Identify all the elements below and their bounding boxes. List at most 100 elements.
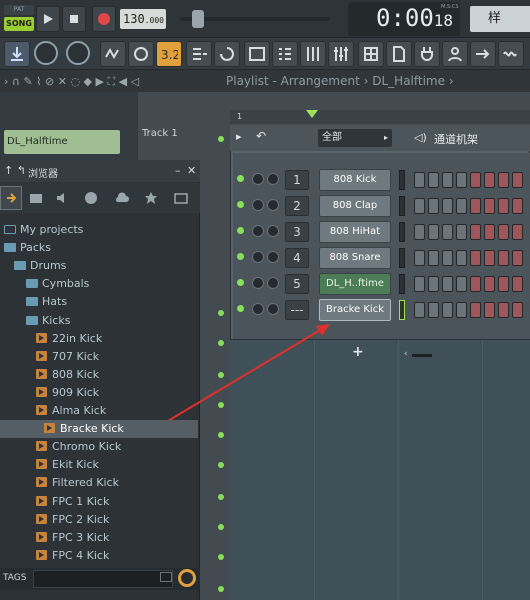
step-button[interactable]	[414, 276, 425, 292]
tool-file[interactable]	[386, 41, 412, 67]
master-volume-handle[interactable]	[192, 10, 204, 28]
browser-sample-item[interactable]: FPC 3 Kick	[0, 529, 198, 547]
channel-volume-knob[interactable]	[267, 173, 279, 185]
track-led[interactable]	[218, 494, 224, 500]
step-button[interactable]	[498, 224, 509, 240]
channel-number[interactable]: 3	[285, 222, 309, 242]
tool-channel-rack[interactable]	[272, 41, 298, 67]
tool-equalizer[interactable]	[328, 41, 354, 67]
tool-power[interactable]	[414, 41, 440, 67]
step-button[interactable]	[470, 250, 481, 266]
browser-folder-item[interactable]: Drums	[0, 257, 198, 275]
browser-cloud-icon[interactable]	[110, 186, 132, 210]
step-button[interactable]	[484, 172, 495, 188]
channel-pan-knob[interactable]	[252, 199, 264, 211]
channel-select-indicator[interactable]	[399, 300, 405, 320]
step-button[interactable]	[484, 224, 495, 240]
browser-sample-item[interactable]: 808 Kick	[0, 366, 198, 384]
pitch-knob[interactable]	[34, 41, 58, 65]
channel-volume-knob[interactable]	[267, 303, 279, 315]
track-led[interactable]	[218, 524, 224, 530]
record-button[interactable]	[92, 6, 116, 32]
step-button[interactable]	[442, 302, 453, 318]
browser-globe-icon[interactable]	[80, 186, 102, 210]
step-button[interactable]	[470, 224, 481, 240]
pattern-clip[interactable]: DL_Halftime	[4, 130, 120, 154]
browser-sample-item[interactable]: Filtered Kick	[0, 474, 198, 492]
channel-name-button[interactable]: Bracke Kick	[319, 299, 391, 321]
rack-menu-arrow-icon[interactable]: ▸	[236, 130, 242, 143]
step-button[interactable]	[498, 276, 509, 292]
step-button[interactable]	[456, 276, 467, 292]
step-button[interactable]	[512, 276, 523, 292]
step-button[interactable]	[512, 302, 523, 318]
channel-name-button[interactable]: 808 Kick	[319, 169, 391, 191]
channel-mute-led[interactable]	[237, 253, 244, 260]
step-button[interactable]	[470, 172, 481, 188]
step-button[interactable]	[456, 198, 467, 214]
step-button[interactable]	[456, 224, 467, 240]
browser-sample-item[interactable]: Chromo Kick	[0, 438, 198, 456]
pat-song-toggle[interactable]: PAT SONG	[4, 5, 34, 33]
channel-mute-led[interactable]	[237, 175, 244, 182]
step-button[interactable]	[512, 224, 523, 240]
step-button[interactable]	[484, 250, 495, 266]
pat-label[interactable]: PAT	[4, 5, 34, 15]
tool-mixer[interactable]	[300, 41, 326, 67]
step-button[interactable]	[498, 172, 509, 188]
browser-tag-icon[interactable]	[170, 186, 192, 210]
track-led[interactable]	[218, 340, 224, 346]
volume-knob[interactable]	[66, 41, 90, 65]
step-button[interactable]	[470, 302, 481, 318]
channel-volume-knob[interactable]	[267, 225, 279, 237]
step-button[interactable]	[442, 224, 453, 240]
track-led[interactable]	[218, 136, 224, 142]
timeline-ruler[interactable]	[230, 110, 530, 124]
channel-name-button[interactable]: 808 Snare	[319, 247, 391, 269]
browser-sample-item[interactable]: FPC 2 Kick	[0, 511, 198, 529]
channel-volume-knob[interactable]	[267, 251, 279, 263]
channel-volume-knob[interactable]	[267, 277, 279, 289]
channel-select-indicator[interactable]	[399, 248, 405, 268]
tags-input[interactable]	[33, 570, 173, 588]
track-led[interactable]	[218, 402, 224, 408]
channel-name-button[interactable]: 808 HiHat	[319, 221, 391, 243]
rack-speaker-icon[interactable]: ◁)	[414, 131, 427, 144]
step-button[interactable]	[414, 302, 425, 318]
step-button[interactable]	[428, 276, 439, 292]
step-button[interactable]	[428, 172, 439, 188]
rack-undo-icon[interactable]: ↶	[256, 129, 266, 143]
rack-filter-dropdown[interactable]: 全部 ▸	[318, 129, 392, 147]
browser-sample-item[interactable]: Ekit Kick	[0, 456, 198, 474]
step-button[interactable]	[498, 302, 509, 318]
tool-loop-record[interactable]	[214, 41, 240, 67]
track-led[interactable]	[218, 310, 224, 316]
browser-root-item[interactable]: My projects	[0, 221, 198, 239]
playlist-tool-icons[interactable]: › ∩ ✎ ⌇ ⊘ ✕ ◌ ◆ ▶ ⛶ ◀ ◁	[4, 75, 139, 89]
step-button[interactable]	[456, 172, 467, 188]
step-button[interactable]	[428, 198, 439, 214]
step-button[interactable]	[428, 224, 439, 240]
step-button[interactable]	[442, 276, 453, 292]
channel-mute-led[interactable]	[237, 201, 244, 208]
rack-scroll-left-icon[interactable]: ‹	[404, 349, 408, 359]
browser-close-icon[interactable]: ✕	[187, 164, 196, 177]
channel-number[interactable]: 5	[285, 274, 309, 294]
channel-pan-knob[interactable]	[252, 303, 264, 315]
browser-sample-item[interactable]: 707 Kick	[0, 348, 198, 366]
step-button[interactable]	[414, 172, 425, 188]
track-led[interactable]	[218, 586, 224, 592]
browser-nav-arrows[interactable]: ↑ ↰	[4, 164, 26, 177]
tool-step-edit[interactable]	[186, 41, 212, 67]
step-button[interactable]	[484, 198, 495, 214]
channel-mute-led[interactable]	[237, 227, 244, 234]
channel-mute-led[interactable]	[237, 305, 244, 312]
step-button[interactable]	[498, 250, 509, 266]
channel-name-button[interactable]: 808 Clap	[319, 195, 391, 217]
step-button[interactable]	[442, 172, 453, 188]
tool-waveform[interactable]	[100, 41, 126, 67]
add-channel-button[interactable]: +	[352, 344, 364, 360]
tool-send[interactable]	[470, 41, 496, 67]
pattern-selector[interactable]: 样	[470, 6, 530, 32]
song-label[interactable]: SONG	[4, 17, 34, 31]
